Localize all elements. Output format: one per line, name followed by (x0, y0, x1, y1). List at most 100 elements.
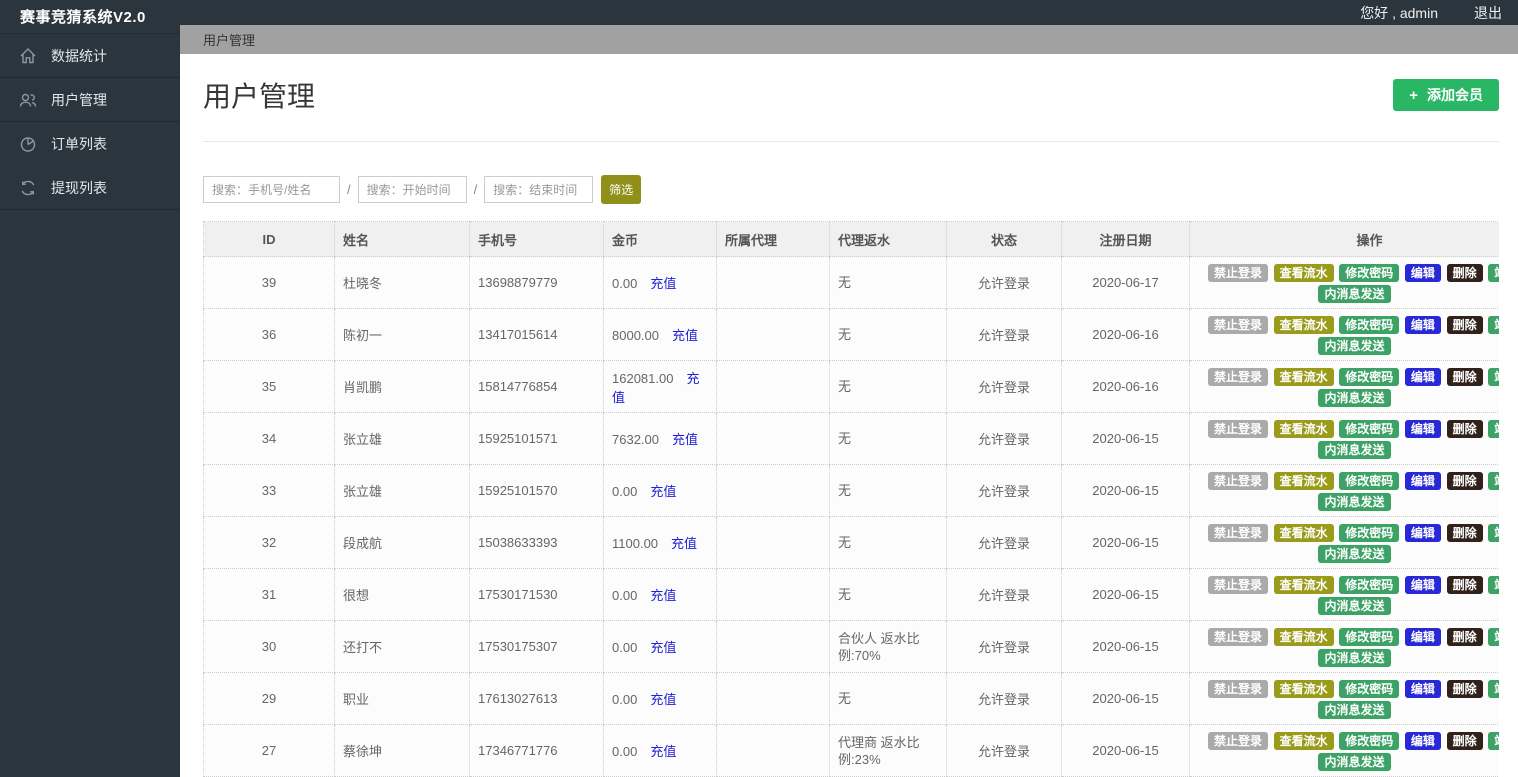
user-phone: 13417015614 (478, 327, 558, 342)
table-row: 39 杜晓冬 13698879779 0.00 充值 无 允许登录 2020-06… (203, 256, 1499, 309)
edit-button[interactable]: 编辑 (1404, 523, 1441, 542)
change-password-button[interactable]: 修改密码 (1339, 315, 1400, 334)
change-password-button[interactable]: 修改密码 (1339, 471, 1400, 490)
edit-button[interactable]: 编辑 (1404, 367, 1441, 386)
view-flow-button[interactable]: 查看流水 (1273, 419, 1334, 438)
send-message-button[interactable]: 站 (1488, 523, 1499, 542)
delete-button[interactable]: 删除 (1446, 575, 1483, 594)
send-message-button[interactable]: 站 (1488, 263, 1499, 282)
change-password-button[interactable]: 修改密码 (1339, 367, 1400, 386)
send-message-button[interactable]: 站 (1488, 419, 1499, 438)
change-password-button[interactable]: 修改密码 (1339, 263, 1400, 282)
edit-button[interactable]: 编辑 (1404, 419, 1441, 438)
edit-button[interactable]: 编辑 (1404, 575, 1441, 594)
send-message-button[interactable]: 内消息发送 (1318, 700, 1391, 719)
start-time-input[interactable] (357, 176, 467, 203)
send-message-button[interactable]: 站 (1488, 627, 1499, 646)
table-row: 32 段成航 15038633393 1100.00 充值 无 允许登录 2020… (203, 516, 1499, 569)
view-flow-button[interactable]: 查看流水 (1273, 367, 1334, 386)
send-message-button[interactable]: 内消息发送 (1318, 388, 1391, 407)
delete-button[interactable]: 删除 (1446, 471, 1483, 490)
recharge-link[interactable]: 充值 (650, 640, 676, 655)
recharge-link[interactable]: 充值 (672, 328, 698, 343)
send-message-button[interactable]: 内消息发送 (1318, 648, 1391, 667)
logout-button[interactable]: 退出 (1474, 3, 1502, 23)
search-name-input[interactable] (203, 176, 340, 203)
user-coins: 7632.00 (612, 432, 659, 447)
edit-button[interactable]: 编辑 (1404, 263, 1441, 282)
end-time-input[interactable] (484, 176, 594, 203)
ban-login-button[interactable]: 禁止登录 (1208, 523, 1269, 542)
ban-login-button[interactable]: 禁止登录 (1208, 419, 1269, 438)
edit-button[interactable]: 编辑 (1404, 731, 1441, 750)
send-message-button[interactable]: 站 (1488, 471, 1499, 490)
sidebar-item-withdrawals[interactable]: 提现列表 (0, 166, 180, 210)
recharge-link[interactable]: 充值 (650, 484, 676, 499)
ban-login-button[interactable]: 禁止登录 (1208, 367, 1269, 386)
edit-button[interactable]: 编辑 (1404, 679, 1441, 698)
recharge-link[interactable]: 充值 (650, 692, 676, 707)
delete-button[interactable]: 删除 (1446, 315, 1483, 334)
recharge-link[interactable]: 充值 (650, 588, 676, 603)
user-coins: 8000.00 (612, 328, 659, 343)
user-coins: 0.00 (612, 484, 638, 499)
change-password-button[interactable]: 修改密码 (1339, 627, 1400, 646)
change-password-button[interactable]: 修改密码 (1339, 575, 1400, 594)
change-password-button[interactable]: 修改密码 (1339, 731, 1400, 750)
edit-button[interactable]: 编辑 (1404, 315, 1441, 334)
ban-login-button[interactable]: 禁止登录 (1208, 263, 1269, 282)
send-message-button[interactable]: 内消息发送 (1318, 596, 1391, 615)
delete-button[interactable]: 删除 (1446, 367, 1483, 386)
user-rebate: 无 (838, 379, 852, 394)
view-flow-button[interactable]: 查看流水 (1273, 627, 1334, 646)
send-message-button[interactable]: 内消息发送 (1318, 492, 1391, 511)
delete-button[interactable]: 删除 (1446, 679, 1483, 698)
ban-login-button[interactable]: 禁止登录 (1208, 627, 1269, 646)
user-id: 33 (261, 483, 277, 498)
send-message-button[interactable]: 站 (1488, 315, 1499, 334)
send-message-button[interactable]: 内消息发送 (1318, 544, 1391, 563)
view-flow-button[interactable]: 查看流水 (1273, 523, 1334, 542)
sidebar-item-stats[interactable]: 数据统计 (0, 34, 180, 78)
view-flow-button[interactable]: 查看流水 (1273, 263, 1334, 282)
send-message-button[interactable]: 站 (1488, 679, 1499, 698)
delete-button[interactable]: 删除 (1446, 731, 1483, 750)
change-password-button[interactable]: 修改密码 (1339, 679, 1400, 698)
recharge-link[interactable]: 充值 (672, 432, 698, 447)
view-flow-button[interactable]: 查看流水 (1273, 575, 1334, 594)
send-message-button[interactable]: 站 (1488, 575, 1499, 594)
send-message-button[interactable]: 站 (1488, 731, 1499, 750)
recharge-link[interactable]: 充值 (650, 276, 676, 291)
recharge-link[interactable]: 充值 (671, 536, 697, 551)
ban-login-button[interactable]: 禁止登录 (1208, 731, 1269, 750)
delete-button[interactable]: 删除 (1446, 419, 1483, 438)
sidebar-item-orders[interactable]: 订单列表 (0, 122, 180, 166)
sidebar-item-label: 数据统计 (51, 47, 107, 64)
send-message-button[interactable]: 站 (1488, 367, 1499, 386)
edit-button[interactable]: 编辑 (1404, 627, 1441, 646)
change-password-button[interactable]: 修改密码 (1339, 419, 1400, 438)
view-flow-button[interactable]: 查看流水 (1273, 731, 1334, 750)
col-coins: 金币 (603, 221, 717, 257)
delete-button[interactable]: 删除 (1446, 627, 1483, 646)
ban-login-button[interactable]: 禁止登录 (1208, 315, 1269, 334)
send-message-button[interactable]: 内消息发送 (1318, 336, 1391, 355)
filter-button[interactable]: 筛选 (601, 175, 642, 204)
recharge-link[interactable]: 充值 (650, 744, 676, 759)
view-flow-button[interactable]: 查看流水 (1273, 315, 1334, 334)
change-password-button[interactable]: 修改密码 (1339, 523, 1400, 542)
add-member-button[interactable]: + 添加会员 (1393, 79, 1499, 111)
edit-button[interactable]: 编辑 (1404, 471, 1441, 490)
send-message-button[interactable]: 内消息发送 (1318, 284, 1391, 303)
send-message-button[interactable]: 内消息发送 (1318, 752, 1391, 771)
send-message-button[interactable]: 内消息发送 (1318, 440, 1391, 459)
ban-login-button[interactable]: 禁止登录 (1208, 679, 1269, 698)
user-id: 34 (261, 431, 277, 446)
delete-button[interactable]: 删除 (1446, 523, 1483, 542)
sidebar-item-users[interactable]: 用户管理 (0, 78, 180, 122)
ban-login-button[interactable]: 禁止登录 (1208, 575, 1269, 594)
view-flow-button[interactable]: 查看流水 (1273, 679, 1334, 698)
view-flow-button[interactable]: 查看流水 (1273, 471, 1334, 490)
ban-login-button[interactable]: 禁止登录 (1208, 471, 1269, 490)
delete-button[interactable]: 删除 (1446, 263, 1483, 282)
